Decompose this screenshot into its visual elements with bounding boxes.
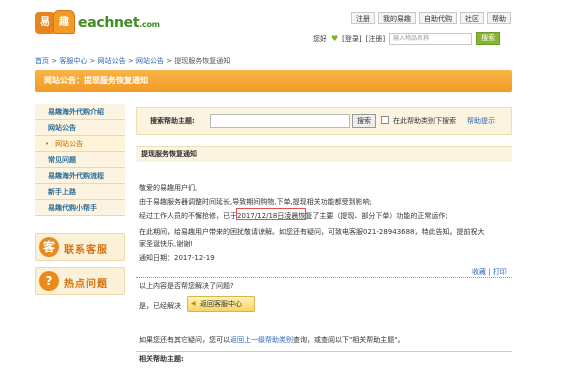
notice-date: 通知日期：2017-12-19 [139, 254, 215, 262]
help-tips-link[interactable]: 帮助提示 [467, 116, 495, 126]
sidebar-item-notices[interactable]: 网站公告 [35, 120, 125, 136]
breadcrumb-notice-sub[interactable]: 网站公告 [136, 57, 164, 65]
site-logo[interactable]: 易 趣 eachnet.com [35, 10, 160, 36]
breadcrumb-current: 提现服务恢复通知 [174, 57, 231, 65]
date-highlight-box [236, 208, 306, 220]
service-icon: 客 [39, 237, 59, 257]
help-search-button[interactable]: 搜索 [352, 114, 376, 128]
search-input[interactable]: 输入物品名称 [389, 32, 473, 45]
action-links: 收藏 | 打印 [472, 268, 507, 276]
page-title-banner: 网站公告：提现服务恢复通知 [35, 70, 512, 92]
hot-questions-button[interactable]: ? 热点问题 [35, 267, 125, 295]
sidebar-item-faq[interactable]: 常见问题 [35, 152, 125, 168]
help-search-input[interactable] [210, 114, 350, 128]
nav-self-purchase[interactable]: 自助代购 [419, 12, 457, 24]
feedback-yes-label: 是，已经解决 [139, 302, 181, 310]
question-icon: ? [39, 271, 59, 291]
breadcrumb: 首页 > 客服中心 > 网站公告 > 网站公告 > 提现服务恢复通知 [35, 57, 231, 65]
back-category-link[interactable]: 返回上一级帮助类别 [230, 336, 293, 344]
nav-help[interactable]: 帮助 [487, 12, 511, 24]
search-button[interactable]: 搜索 [476, 32, 501, 45]
related-divider [136, 351, 512, 352]
sidebar-item-helper[interactable]: 易趣代购小帮手 [35, 200, 125, 216]
related-topics-heading: 相关帮助主题: [139, 355, 184, 363]
user-bar: 您好 ♥ [登录] [注册] 输入物品名称 搜索 [313, 32, 501, 45]
back-to-service-button[interactable]: 返回客服中心 [187, 296, 255, 312]
breadcrumb-home[interactable]: 首页 [35, 57, 49, 65]
hot-questions-label: 热点问题 [64, 279, 108, 290]
help-search-box: 搜索帮助主题: 搜索 在此帮助类别下搜索 帮助提示 [136, 107, 512, 135]
feedback-question: 以上内容是否帮您解决了问题? [139, 282, 234, 290]
search-in-category-label: 在此帮助类别下搜索 [393, 117, 456, 125]
greeting: 您好 [313, 34, 327, 43]
help-search-label: 搜索帮助主题: [150, 117, 195, 125]
sidebar-item-newbie[interactable]: 新手上路 [35, 184, 125, 200]
top-nav: 注册 我的易趣 自助代购 社区 帮助 [351, 12, 511, 24]
nav-my-eachnet[interactable]: 我的易趣 [378, 12, 416, 24]
nav-register[interactable]: 注册 [351, 12, 375, 24]
logo-text: eachnet.com [78, 15, 160, 31]
sidebar: 易趣海外代购介绍 网站公告 网站公告 常见问题 易趣海外代购流程 新手上路 易趣… [35, 104, 125, 216]
content-heading: 提现服务恢复通知 [136, 146, 512, 162]
contact-service-label: 联系客服 [64, 245, 108, 256]
favorite-link[interactable]: 收藏 [472, 268, 486, 276]
print-link[interactable]: 打印 [493, 268, 507, 276]
nav-community[interactable]: 社区 [460, 12, 484, 24]
breadcrumb-service[interactable]: 客服中心 [59, 57, 87, 65]
sidebar-item-process[interactable]: 易趣海外代购流程 [35, 168, 125, 184]
login-link[interactable]: [登录] [342, 34, 361, 44]
logo-mark-qu: 趣 [53, 10, 75, 34]
content-paragraph-1: 由于易趣服务器调整时间延长,导致期间购物,下单,提现相关功能都受到影响; [139, 198, 373, 206]
register-link[interactable]: [注册] [366, 34, 385, 44]
content-paragraph-3: 在此期间，给易趣用户带来的困扰敬请谅解。如您还有疑问，可致电客服021-2894… [139, 228, 485, 236]
sidebar-item-notices-active[interactable]: 网站公告 [35, 136, 125, 152]
logo-mark-yi: 易 [35, 12, 55, 34]
help-more-text: 如果您还有其它疑问，您可以返回上一级帮助类别查询，或查阅以下"相关帮助主题"。 [139, 336, 405, 344]
divider [136, 277, 512, 278]
sidebar-item-intro[interactable]: 易趣海外代购介绍 [35, 104, 125, 120]
heart-icon: ♥ [331, 34, 339, 43]
content-greeting: 敬爱的易趣用户们, [139, 184, 198, 192]
content-paragraph-4: 家圣诞快乐,谢谢! [139, 240, 194, 248]
breadcrumb-notice[interactable]: 网站公告 [98, 57, 126, 65]
contact-service-button[interactable]: 客 联系客服 [35, 233, 125, 261]
search-in-category-checkbox[interactable] [381, 116, 389, 124]
